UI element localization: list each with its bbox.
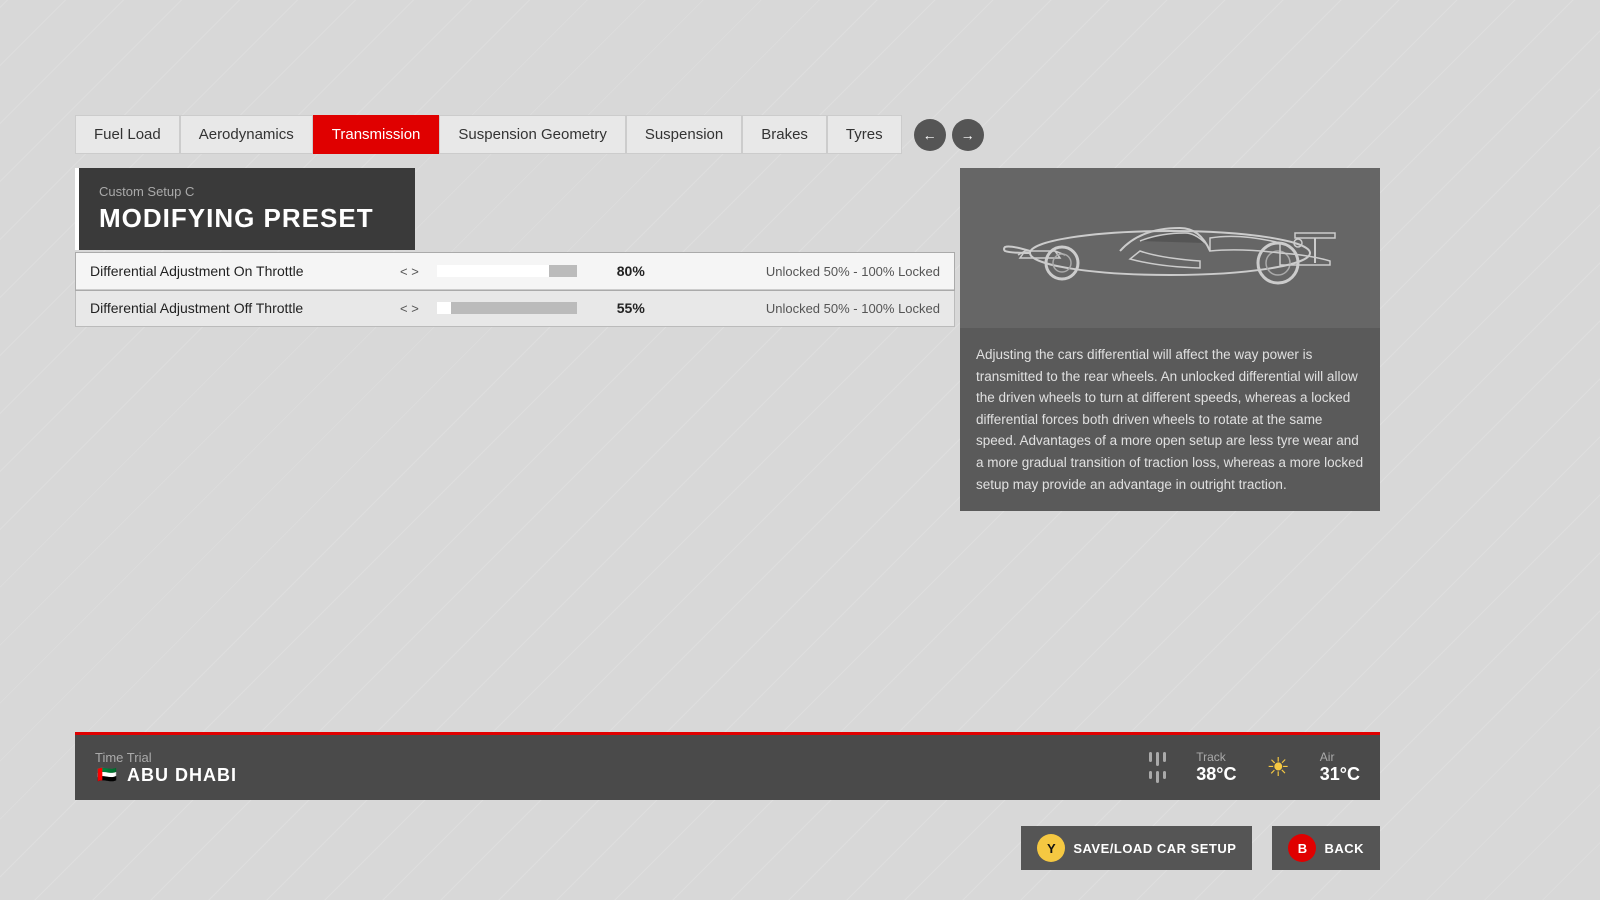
prev-icon[interactable]: ← — [914, 119, 946, 151]
air-temp: Air 31°C — [1320, 750, 1360, 785]
setting-range-throttle: Unlocked 50% - 100% Locked — [655, 264, 940, 279]
nav-aerodynamics[interactable]: Aerodynamics — [180, 115, 313, 154]
car-panel: Adjusting the cars differential will aff… — [960, 168, 1380, 511]
heat-waves-icon — [1149, 752, 1166, 783]
nav-brakes[interactable]: Brakes — [742, 115, 827, 154]
back-label: BACK — [1324, 841, 1364, 856]
nav-suspension-geometry[interactable]: Suspension Geometry — [439, 115, 625, 154]
settings-table: Differential Adjustment On Throttle < > … — [75, 252, 955, 327]
track-label: Track — [1196, 750, 1236, 764]
setting-bar-off-throttle — [437, 302, 577, 314]
status-bar: Time Trial 🇦🇪 ABU DHABI Tra — [75, 732, 1380, 800]
save-load-button[interactable]: Y SAVE/LOAD CAR SETUP — [1021, 826, 1252, 870]
uae-flag-icon: 🇦🇪 — [95, 767, 119, 783]
button-bar: Y SAVE/LOAD CAR SETUP B BACK — [1021, 826, 1380, 870]
air-label: Air — [1320, 750, 1360, 764]
preset-subtitle: Custom Setup C — [99, 184, 395, 199]
setting-bar-fill-throttle — [437, 265, 549, 277]
nav-fuel-load[interactable]: Fuel Load — [75, 115, 180, 154]
setting-range-off-throttle: Unlocked 50% - 100% Locked — [655, 301, 940, 316]
track-value: 38°C — [1196, 764, 1236, 785]
setting-arrows-off-throttle[interactable]: < > — [400, 301, 419, 316]
setting-bar-fill-off-throttle — [437, 302, 451, 314]
y-button-icon: Y — [1037, 834, 1065, 862]
setting-arrows-throttle[interactable]: < > — [400, 264, 419, 279]
preset-title: MODIFYING PRESET — [99, 203, 395, 234]
setting-name-throttle: Differential Adjustment On Throttle — [90, 263, 390, 279]
preset-header: Custom Setup C MODIFYING PRESET — [75, 168, 415, 250]
save-load-label: SAVE/LOAD CAR SETUP — [1073, 841, 1236, 856]
location-info: Time Trial 🇦🇪 ABU DHABI — [95, 750, 237, 786]
weather-info: Track 38°C ☀ Air 31°C — [1149, 750, 1360, 785]
setting-value-off-throttle: 55% — [595, 300, 645, 316]
nav-tyres[interactable]: Tyres — [827, 115, 902, 154]
nav-icons: ← → — [914, 119, 984, 151]
setting-row-off-throttle[interactable]: Differential Adjustment Off Throttle < >… — [76, 290, 954, 326]
car-diagram — [960, 168, 1380, 328]
track-temp: Track 38°C — [1196, 750, 1236, 785]
car-svg — [1000, 183, 1340, 313]
setting-bar-throttle — [437, 265, 577, 277]
next-icon[interactable]: → — [952, 119, 984, 151]
setting-value-throttle: 80% — [595, 263, 645, 279]
mode-label: Time Trial — [95, 750, 237, 765]
setting-name-off-throttle: Differential Adjustment Off Throttle — [90, 300, 390, 316]
car-description: Adjusting the cars differential will aff… — [960, 328, 1380, 511]
nav-transmission[interactable]: Transmission — [313, 115, 440, 154]
nav-bar: Fuel Load Aerodynamics Transmission Susp… — [75, 115, 984, 154]
back-button[interactable]: B BACK — [1272, 826, 1380, 870]
sun-icon: ☀ — [1266, 752, 1289, 783]
nav-suspension[interactable]: Suspension — [626, 115, 742, 154]
air-value: 31°C — [1320, 764, 1360, 785]
location-name: ABU DHABI — [127, 765, 237, 786]
b-button-icon: B — [1288, 834, 1316, 862]
setting-row-throttle[interactable]: Differential Adjustment On Throttle < > … — [76, 253, 954, 290]
location-row: 🇦🇪 ABU DHABI — [95, 765, 237, 786]
